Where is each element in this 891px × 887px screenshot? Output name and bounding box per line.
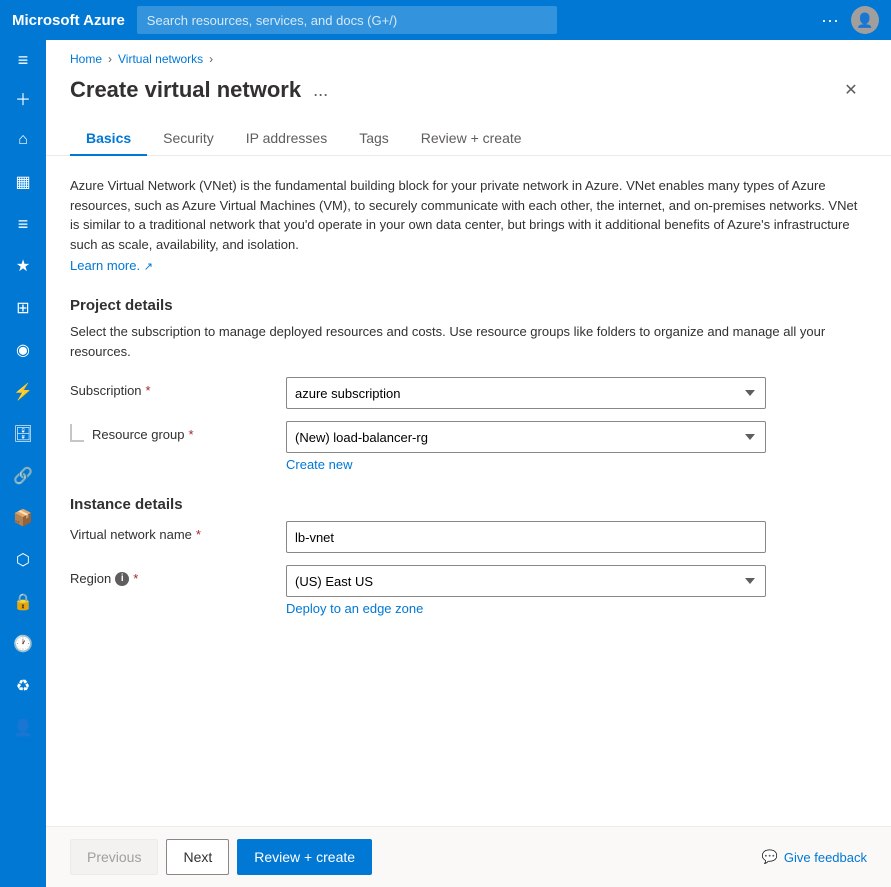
content-area: Azure Virtual Network (VNet) is the fund…: [46, 156, 891, 826]
sidebar-item-clock[interactable]: 🕐: [3, 624, 43, 664]
vnet-name-control: [286, 521, 766, 553]
breadcrumb-sep-1: ›: [108, 52, 112, 66]
user-avatar[interactable]: 👤: [851, 6, 879, 34]
tab-bar: Basics Security IP addresses Tags Review…: [46, 106, 891, 156]
sidebar-expand-button[interactable]: ≡: [3, 44, 43, 76]
sidebar-item-dashboard[interactable]: ▦: [3, 162, 43, 202]
vnet-name-required: *: [196, 527, 201, 542]
main-layout: ≡ ＋ ⌂ ▦ ≡ ★ ⊞ ◉ ⚡ 🗄 🔗 📦 ⬡ 🔒 🕐 ♻ 👤 Home ›…: [0, 40, 891, 887]
create-new-link[interactable]: Create new: [286, 457, 352, 472]
give-feedback-label: Give feedback: [784, 850, 867, 865]
project-details-title: Project details: [70, 297, 867, 314]
next-button[interactable]: Next: [166, 839, 229, 875]
subscription-required: *: [146, 383, 151, 398]
sidebar-item-sql[interactable]: 🗄: [3, 414, 43, 454]
learn-more-text: Learn more.: [70, 258, 140, 273]
sidebar-item-user[interactable]: 👤: [3, 708, 43, 748]
instance-details-section: Instance details Virtual network name * …: [70, 496, 867, 616]
sidebar-item-home[interactable]: ⌂: [3, 120, 43, 160]
sidebar-item-portal[interactable]: ⊞: [3, 288, 43, 328]
footer: Previous Next Review + create 💬 Give fee…: [46, 826, 891, 887]
tab-review-create[interactable]: Review + create: [405, 122, 538, 156]
top-nav-right: ··· 👤: [817, 6, 879, 34]
give-feedback-link[interactable]: 💬 Give feedback: [762, 849, 867, 865]
resource-group-label-wrap: Resource group *: [70, 421, 270, 442]
resource-group-select[interactable]: (New) load-balancer-rg: [286, 421, 766, 453]
region-label: Region i *: [70, 565, 270, 586]
tab-security[interactable]: Security: [147, 122, 230, 156]
rg-required: *: [189, 427, 194, 442]
region-required: *: [133, 571, 138, 586]
vnet-name-row: Virtual network name *: [70, 521, 867, 553]
vnet-name-input[interactable]: [286, 521, 766, 553]
resource-group-row: Resource group * (New) load-balancer-rg …: [70, 421, 867, 472]
sidebar-item-refresh[interactable]: ♻: [3, 666, 43, 706]
page-more-options[interactable]: ...: [313, 80, 328, 101]
indent-line: [70, 424, 84, 442]
sidebar-item-all-services[interactable]: ≡: [3, 204, 43, 244]
sidebar: ≡ ＋ ⌂ ▦ ≡ ★ ⊞ ◉ ⚡ 🗄 🔗 📦 ⬡ 🔒 🕐 ♻ 👤: [0, 40, 46, 887]
instance-details-title: Instance details: [70, 496, 867, 513]
tab-tags[interactable]: Tags: [343, 122, 405, 156]
breadcrumb: Home › Virtual networks ›: [46, 40, 891, 70]
region-select[interactable]: (US) East US: [286, 565, 766, 597]
sidebar-item-create[interactable]: ＋: [3, 78, 43, 118]
top-nav: Microsoft Azure ··· 👤: [0, 0, 891, 40]
project-details-desc: Select the subscription to manage deploy…: [70, 322, 867, 361]
learn-more-link[interactable]: Learn more. ↗: [70, 258, 153, 273]
subscription-select[interactable]: azure subscription: [286, 377, 766, 409]
sidebar-item-monitor[interactable]: ◉: [3, 330, 43, 370]
sidebar-item-security[interactable]: 🔒: [3, 582, 43, 622]
subscription-label: Subscription *: [70, 377, 270, 398]
brand-title: Microsoft Azure: [12, 12, 125, 29]
breadcrumb-sep-2: ›: [209, 52, 213, 66]
main-content: Home › Virtual networks › Create virtual…: [46, 40, 891, 887]
region-control: (US) East US Deploy to an edge zone: [286, 565, 766, 616]
tab-basics[interactable]: Basics: [70, 122, 147, 156]
review-create-button[interactable]: Review + create: [237, 839, 372, 875]
settings-dots[interactable]: ···: [817, 10, 843, 31]
feedback-icon: 💬: [762, 849, 778, 865]
external-link-icon: ↗: [144, 261, 153, 273]
close-button[interactable]: ✕: [835, 74, 867, 106]
deploy-edge-link[interactable]: Deploy to an edge zone: [286, 601, 423, 616]
page-title: Create virtual network: [70, 77, 301, 103]
sidebar-item-lightning[interactable]: ⚡: [3, 372, 43, 412]
resource-group-control: (New) load-balancer-rg Create new: [286, 421, 766, 472]
vnet-name-label: Virtual network name *: [70, 521, 270, 542]
sidebar-item-kubernetes[interactable]: ⬡: [3, 540, 43, 580]
region-info-icon[interactable]: i: [115, 572, 129, 586]
breadcrumb-section[interactable]: Virtual networks: [118, 52, 203, 66]
breadcrumb-home[interactable]: Home: [70, 52, 102, 66]
vnet-description: Azure Virtual Network (VNet) is the fund…: [70, 176, 867, 254]
global-search-input[interactable]: [137, 6, 557, 34]
subscription-row: Subscription * azure subscription: [70, 377, 867, 409]
tab-ip-addresses[interactable]: IP addresses: [230, 122, 343, 156]
sidebar-item-network[interactable]: 🔗: [3, 456, 43, 496]
sidebar-item-favorites[interactable]: ★: [3, 246, 43, 286]
page-header: Create virtual network ... ✕: [46, 70, 891, 106]
project-details-section: Project details Select the subscription …: [70, 297, 867, 472]
previous-button[interactable]: Previous: [70, 839, 158, 875]
subscription-control: azure subscription: [286, 377, 766, 409]
region-row: Region i * (US) East US Deploy to an edg…: [70, 565, 867, 616]
sidebar-item-containers[interactable]: 📦: [3, 498, 43, 538]
